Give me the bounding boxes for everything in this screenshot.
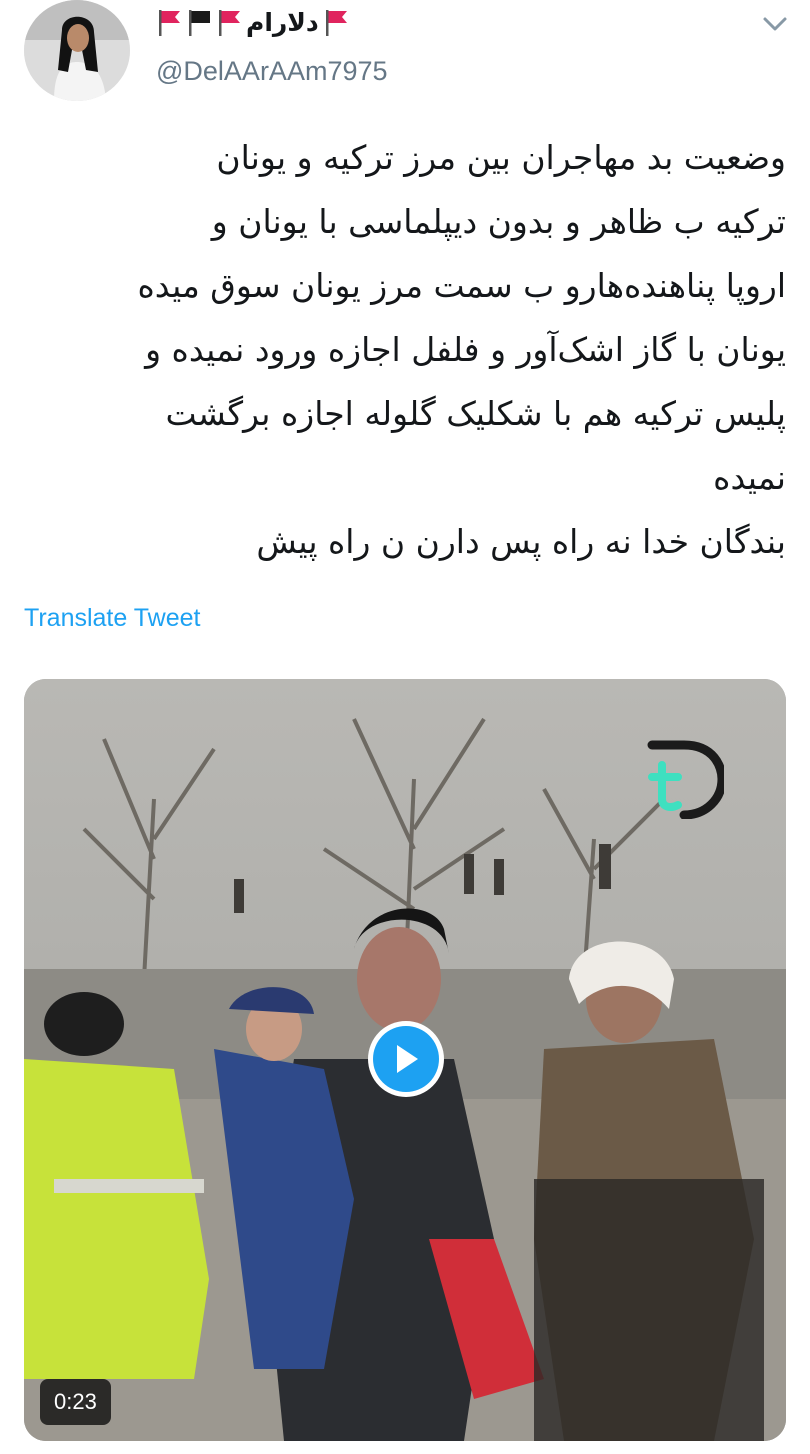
tweet-text-line: ترکیه ب ظاهر و بدون دیپلماسی با یونان و (211, 202, 786, 241)
tweet-text-line: اروپا پناهنده‌هارو ب سمت مرز یونان سوق م… (137, 266, 786, 305)
translate-tweet-link[interactable]: Translate Tweet (24, 604, 200, 633)
channel-logo-icon (647, 740, 724, 819)
black-flag-icon (189, 10, 210, 36)
author-name-row[interactable]: دلارام (156, 2, 349, 42)
red-flag-icon (325, 10, 347, 36)
tweet-text-line: بندگان خدا نه راه پس دارن ن راه پیش (256, 522, 786, 561)
play-button[interactable] (368, 1021, 444, 1097)
tweet-text-line: یونان با گاز اشک‌آور و فلفل اجازه ورود ن… (145, 330, 786, 369)
user-handle[interactable]: @DelAArAAm7975 (156, 56, 388, 87)
chevron-down-icon[interactable] (762, 14, 788, 34)
tweet-text-line: پلیس ترکیه هم با شکلیک گلوله اجازه برگشت (165, 394, 786, 433)
red-flag-icon (219, 10, 240, 36)
red-flag-icon (159, 10, 180, 36)
tweet-text-line: وضعیت بد مهاجران بین مرز ترکیه و یونان (216, 138, 786, 177)
video-player[interactable]: 0:23 (24, 679, 786, 1441)
avatar-photo (24, 0, 130, 101)
tweet-text: وضعیت بد مهاجران بین مرز ترکیه و یونان ت… (22, 126, 786, 574)
tweet-text-line: نمیده (713, 458, 786, 497)
display-name[interactable]: دلارام (246, 8, 319, 37)
avatar[interactable] (24, 0, 130, 101)
video-duration-badge: 0:23 (40, 1379, 111, 1425)
play-icon (397, 1045, 418, 1073)
